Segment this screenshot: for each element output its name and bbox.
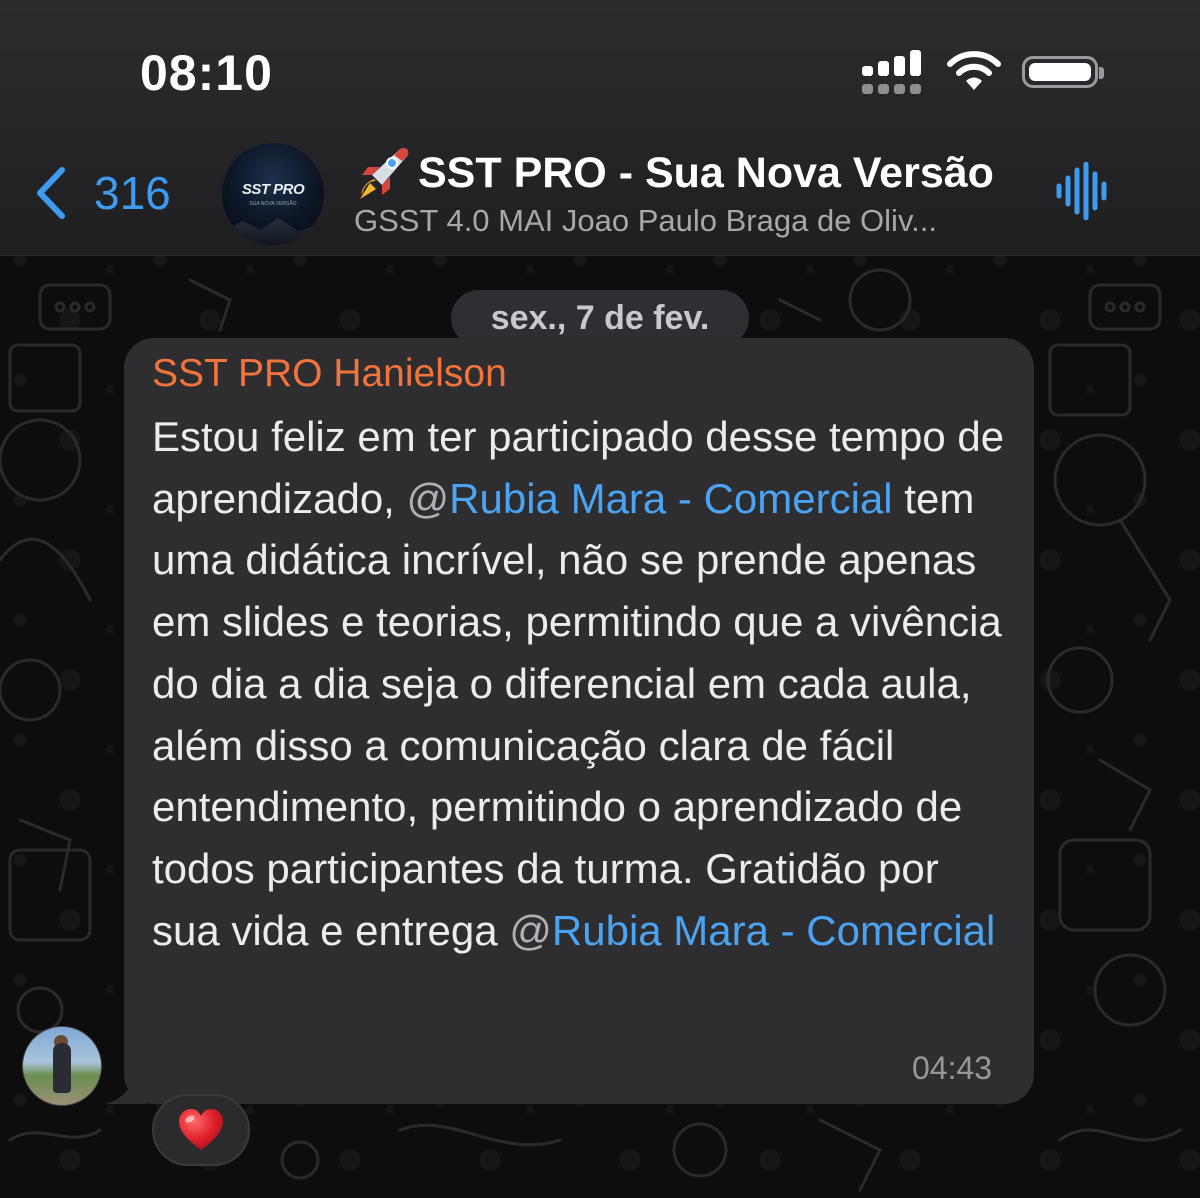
- avatar-logo: SST PRO: [241, 181, 305, 198]
- chevron-left-icon: [37, 167, 65, 219]
- reaction-heart[interactable]: [152, 1094, 250, 1166]
- wifi-icon: [947, 51, 1001, 90]
- voice-chat-icon[interactable]: [1054, 162, 1110, 220]
- avatar-tagline: SUA NOVA VERSÃO: [249, 201, 297, 207]
- chat-subtitle: GSST 4.0 MAI Joao Paulo Braga de Oliv...: [354, 203, 937, 238]
- unread-count: 316: [94, 167, 171, 219]
- avatar-runner-body: [53, 1043, 71, 1093]
- sender-avatar[interactable]: [22, 1026, 102, 1106]
- message-text-part: tem uma didática incrível, não se prende…: [152, 474, 1002, 954]
- group-avatar[interactable]: SST PRO SUA NOVA VERSÃO: [222, 143, 324, 245]
- status-time: 08:10: [140, 45, 273, 101]
- cellular-signal-icon: [862, 50, 926, 94]
- message-time: 04:43: [912, 1050, 993, 1086]
- chat-title: SST PRO - Sua Nova Versão: [418, 148, 994, 197]
- back-button[interactable]: 316: [34, 162, 171, 224]
- chat-title-area[interactable]: SST PRO - Sua Nova Versão GSST 4.0 MAI J…: [354, 145, 1014, 239]
- chat-title-row: SST PRO - Sua Nova Versão: [354, 145, 1014, 201]
- mention-at-symbol: @: [406, 474, 450, 522]
- battery-icon: [1022, 56, 1104, 88]
- heart-icon: [179, 1109, 223, 1150]
- mention-link[interactable]: Rubia Mara - Comercial: [552, 907, 995, 954]
- message-sender[interactable]: SST PRO Hanielson: [152, 352, 507, 396]
- rocket-icon: [360, 148, 409, 199]
- mention-at-symbol: @: [509, 906, 552, 954]
- chat-header: 08:10 316 SST PRO SUA NOVA VERSÃO SST PR…: [0, 0, 1200, 256]
- avatar-mountains: [222, 218, 324, 245]
- mention-link[interactable]: Rubia Mara - Comercial: [449, 475, 892, 522]
- message-text: Estou feliz em ter participado desse tem…: [152, 406, 1012, 961]
